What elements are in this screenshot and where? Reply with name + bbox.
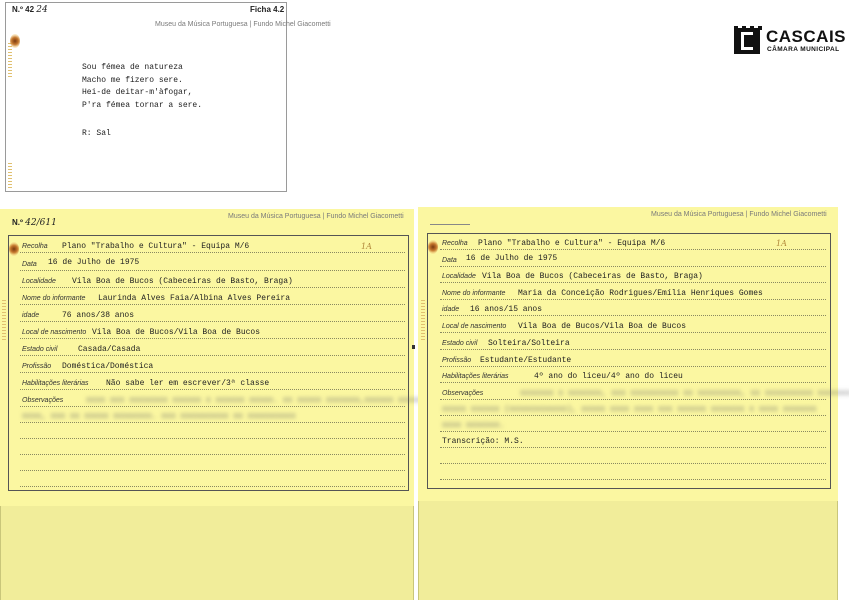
field-transcricao: Transcrição: M.S. xyxy=(440,434,826,448)
riddle-answer: R: Sal xyxy=(82,129,111,138)
blank-line xyxy=(20,457,405,471)
blank-line xyxy=(20,441,405,455)
field-estado-civil: Estado civil Casada/Casada xyxy=(20,342,405,356)
riddle-line: Hei-de deitar-m'àfogar, xyxy=(82,88,193,97)
riddle-line: Sou fémea de natureza xyxy=(82,63,183,72)
card-b-lower-strip xyxy=(418,501,838,600)
field-nome: Nome do informante Laurinda Alves Faia/A… xyxy=(20,291,405,305)
punch-ticks xyxy=(8,163,12,188)
field-habilitacoes: Habilitações literárias 4º ano do liceu/… xyxy=(440,369,826,383)
punch-ticks xyxy=(421,300,425,340)
field-data: Data 16 de Julho de 1975 xyxy=(20,257,405,271)
museum-caption: Museu da Música Portuguesa | Fundo Miche… xyxy=(651,211,827,218)
riddle-text: Sou fémea de natureza Macho me fizero se… xyxy=(82,62,202,112)
riddle-line: Macho me fizero sere. xyxy=(82,75,183,85)
redacted-note: xxxx xxxxxxx. xyxy=(442,421,505,430)
scan-mark xyxy=(412,345,415,349)
museum-caption: Museu da Música Portuguesa | Fundo Miche… xyxy=(155,21,331,28)
redacted-note: xxxxx xxxxxx (xxxxxxxxxxxx), xxxxx xxxx … xyxy=(442,405,817,414)
field-recolha: Recolha Plano "Trabalho e Cultura" - Equ… xyxy=(20,239,405,253)
redacted-note: xxxx, xxx xx xxxxx xxxxxxxx. xxx xxxxxxx… xyxy=(22,412,296,421)
riddle-line: P'ra fémea tornar a sere. xyxy=(82,100,203,110)
field-data: Data 16 de Julho de 1975 xyxy=(440,253,826,267)
punch-ticks xyxy=(2,300,6,340)
blank-line xyxy=(440,466,826,480)
blank-line: xxxx, xxx xx xxxxx xxxxxxxx. xxx xxxxxxx… xyxy=(20,409,405,423)
field-nascimento: Local de nascimento Vila Boa de Bucos/Vi… xyxy=(440,319,826,333)
field-observacoes: Observações xxxxxxx x xxxxxxx, xxx xxxxx… xyxy=(440,386,849,400)
blank-line: xxxxx xxxxxx (xxxxxxxxxxxx), xxxxx xxxx … xyxy=(440,402,826,416)
card-a-number: N.º 42/611 xyxy=(12,218,57,228)
blank-line xyxy=(20,425,405,439)
field-recolha: Recolha Plano "Trabalho e Cultura" - Equ… xyxy=(440,236,826,250)
field-nome: Nome do informante Maria da Conceição Ro… xyxy=(440,286,826,300)
field-estado-civil: Estado civil Solteira/Solteira xyxy=(440,336,826,350)
brand-logo-icon xyxy=(734,28,760,54)
field-nascimento: Local de nascimento Vila Boa de Bucos/Vi… xyxy=(20,325,405,339)
field-profissao: Profissão Doméstica/Doméstica xyxy=(20,359,405,373)
punch-ticks xyxy=(8,43,12,78)
brand-subtitle: CÂMARA MUNICIPAL xyxy=(767,46,840,53)
field-habilitacoes: Habilitações literárias Não sabe ler em … xyxy=(20,376,405,390)
field-localidade: Localidade Vila Boa de Bucos (Cabeceiras… xyxy=(440,269,826,283)
field-localidade: Localidade Vila Boa de Bucos (Cabeceiras… xyxy=(20,274,405,288)
redacted-note: xxxxxxx x xxxxxxx, xxx xxxxxxxxxx xx xxx… xyxy=(520,389,849,398)
card-a-lower-strip xyxy=(0,506,414,600)
field-idade: idade 76 anos/38 anos xyxy=(20,308,405,322)
museum-caption: Museu da Música Portuguesa | Fundo Miche… xyxy=(228,213,404,220)
card-b-number xyxy=(430,215,470,225)
ficha-label: Ficha 4.2 xyxy=(250,5,285,14)
blank-line xyxy=(440,450,826,464)
field-profissao: Profissão Estudante/Estudante xyxy=(440,353,826,367)
punch-hole xyxy=(10,34,20,48)
riddle-card-number: N.º 42 24 xyxy=(12,5,48,15)
field-idade: idade 16 anos/15 anos xyxy=(440,302,826,316)
field-observacoes: Observações xxxx xxx xxxxxxxx xxxxxx x x… xyxy=(20,393,422,407)
redacted-note: xxxx xxx xxxxxxxx xxxxxx x xxxxxx xxxxx.… xyxy=(86,396,423,405)
brand-name: CASCAIS xyxy=(766,27,847,46)
blank-line xyxy=(20,473,405,487)
blank-line: xxxx xxxxxxx. xyxy=(440,418,826,432)
